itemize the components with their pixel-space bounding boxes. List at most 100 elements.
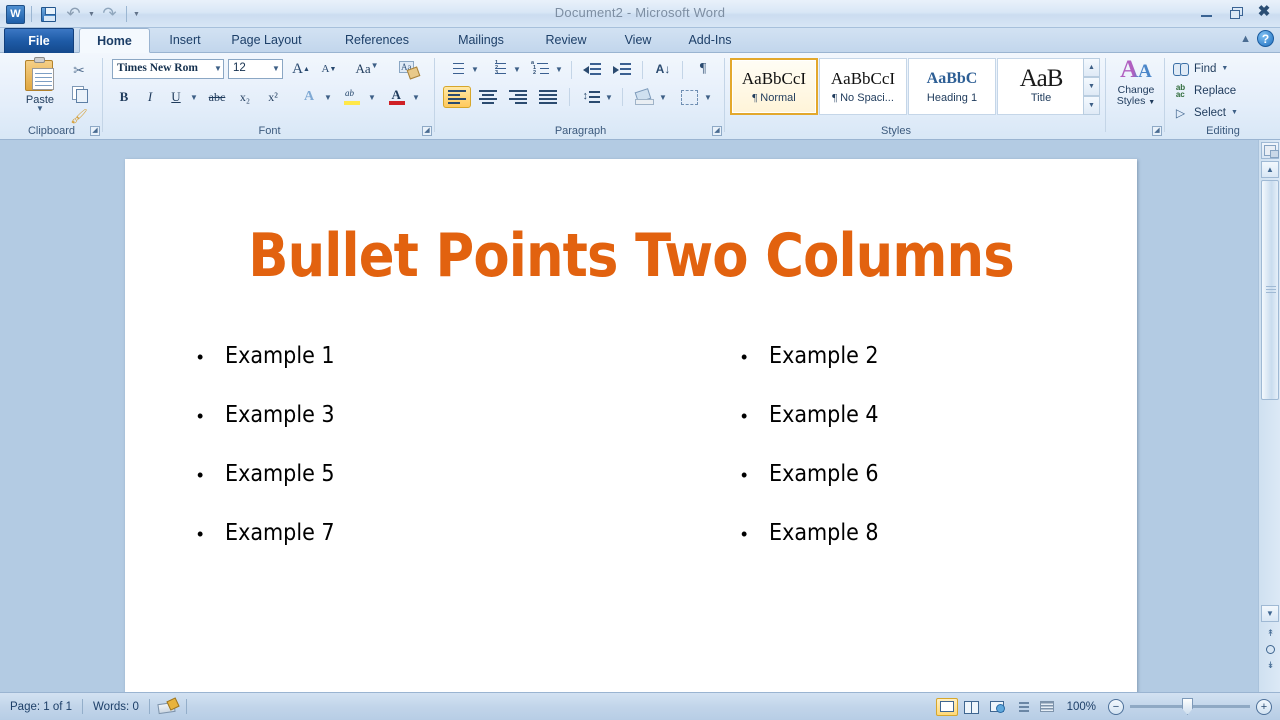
align-center-button[interactable] bbox=[474, 86, 502, 108]
show-formatting-marks-button[interactable]: ¶ bbox=[690, 59, 716, 79]
zoom-level-label[interactable]: 100% bbox=[1061, 701, 1108, 713]
scroll-up-button[interactable]: ▲ bbox=[1261, 161, 1279, 178]
format-painter-button[interactable]: 🖌 bbox=[66, 105, 92, 127]
multilevel-list-button[interactable]: a 1 2 bbox=[528, 59, 552, 79]
numbering-button[interactable]: 1 2 3 bbox=[486, 59, 510, 79]
tab-insert[interactable]: Insert bbox=[155, 28, 215, 53]
grow-font-button[interactable]: A ▲ bbox=[288, 59, 314, 79]
font-color-button[interactable] bbox=[384, 86, 410, 108]
select-browse-object-button[interactable] bbox=[1264, 643, 1277, 656]
vertical-scrollbar[interactable]: ▲ ▼ ↟ ↡ bbox=[1258, 140, 1280, 692]
styles-dialog-launcher[interactable]: ◢ bbox=[1152, 126, 1162, 136]
strikethrough-button[interactable]: abc bbox=[204, 86, 230, 108]
line-spacing-button[interactable]: ↕ bbox=[578, 86, 604, 108]
superscript-button[interactable]: x² bbox=[260, 86, 286, 108]
shading-button[interactable] bbox=[631, 86, 657, 108]
zoom-in-button[interactable]: + bbox=[1256, 698, 1272, 715]
bullets-caret-icon[interactable]: ▼ bbox=[469, 59, 481, 79]
outline-icon bbox=[1015, 701, 1029, 712]
subscript-button[interactable]: x₂ bbox=[232, 86, 258, 108]
view-web-layout-button[interactable] bbox=[986, 698, 1008, 716]
italic-button[interactable]: I bbox=[138, 86, 162, 108]
style-sample: AaBbCcI bbox=[830, 69, 896, 88]
replace-button[interactable]: ab ac Replace bbox=[1172, 80, 1236, 101]
tab-page-layout[interactable]: Page Layout bbox=[219, 28, 314, 53]
tab-view[interactable]: View bbox=[610, 28, 666, 53]
highlight-caret-icon[interactable]: ▼ bbox=[366, 86, 378, 108]
font-name-input[interactable]: Times New Rom bbox=[112, 59, 224, 79]
shading-caret-icon[interactable]: ▼ bbox=[657, 86, 669, 108]
tab-add-ins[interactable]: Add-Ins bbox=[673, 28, 747, 53]
align-left-button[interactable] bbox=[443, 86, 471, 108]
view-print-layout-button[interactable] bbox=[935, 697, 958, 716]
change-case-button[interactable]: Aa ▼ bbox=[350, 59, 384, 79]
underline-button[interactable]: U bbox=[164, 86, 188, 108]
copy-button[interactable] bbox=[66, 82, 92, 104]
find-caret-icon[interactable]: ▼ bbox=[1221, 65, 1228, 72]
align-right-button[interactable] bbox=[504, 86, 532, 108]
select-button[interactable]: ▷ Select ▼ bbox=[1172, 102, 1238, 123]
select-caret-icon[interactable]: ▼ bbox=[1231, 109, 1238, 116]
multilevel-caret-icon[interactable]: ▼ bbox=[553, 59, 565, 79]
borders-button[interactable] bbox=[676, 86, 702, 108]
bullet-icon: • bbox=[197, 406, 204, 426]
find-button[interactable]: Find ▼ bbox=[1172, 58, 1228, 79]
scrollbar-thumb[interactable] bbox=[1261, 180, 1279, 400]
borders-caret-icon[interactable]: ▼ bbox=[702, 86, 714, 108]
zoom-out-button[interactable]: − bbox=[1108, 698, 1124, 715]
minimize-button[interactable] bbox=[1196, 4, 1216, 20]
text-highlight-color-button[interactable] bbox=[340, 86, 366, 108]
split-window-button[interactable] bbox=[1261, 142, 1279, 159]
style-normal[interactable]: AaBbCcI ¶ Normal bbox=[730, 58, 818, 115]
close-button[interactable]: ✖ bbox=[1254, 4, 1274, 20]
tab-mailings[interactable]: Mailings bbox=[441, 28, 521, 53]
decrease-indent-button[interactable] bbox=[579, 59, 605, 79]
collapse-ribbon-icon[interactable]: ▲ bbox=[1240, 33, 1251, 45]
browse-next-button[interactable]: ↡ bbox=[1264, 659, 1277, 672]
clipboard-dialog-launcher[interactable]: ◢ bbox=[90, 126, 100, 136]
justify-button[interactable] bbox=[534, 86, 562, 108]
view-full-screen-reading-button[interactable] bbox=[961, 698, 983, 716]
list-item-text: Example 5 bbox=[225, 461, 335, 487]
paste-dropdown-caret-icon[interactable]: ▼ bbox=[14, 105, 66, 113]
line-spacing-caret-icon[interactable]: ▼ bbox=[603, 86, 615, 108]
document-page[interactable]: Bullet Points Two Columns • Example 1 • … bbox=[125, 159, 1137, 704]
help-icon[interactable]: ? bbox=[1257, 30, 1274, 47]
scroll-down-button[interactable]: ▼ bbox=[1261, 605, 1279, 622]
clear-formatting-button[interactable] bbox=[394, 58, 424, 80]
zoom-slider[interactable] bbox=[1130, 698, 1250, 715]
styles-scroll-down-button[interactable]: ▼ bbox=[1083, 77, 1100, 96]
tab-review[interactable]: Review bbox=[531, 28, 601, 53]
tab-file[interactable]: File bbox=[4, 28, 74, 53]
paste-button[interactable]: Paste ▼ bbox=[14, 57, 66, 113]
text-effects-button[interactable]: A bbox=[296, 86, 322, 108]
styles-scroll-up-button[interactable]: ▲ bbox=[1083, 58, 1100, 77]
bold-button[interactable]: B bbox=[112, 86, 136, 108]
increase-indent-button[interactable] bbox=[609, 59, 635, 79]
underline-caret-icon[interactable]: ▼ bbox=[188, 86, 200, 108]
styles-more-button[interactable]: ▼ bbox=[1083, 96, 1100, 115]
change-styles-button[interactable]: AA Change Styles ▼ bbox=[1109, 57, 1163, 108]
tab-references[interactable]: References bbox=[332, 28, 422, 53]
text-effects-caret-icon[interactable]: ▼ bbox=[322, 86, 334, 108]
proofing-status-icon[interactable] bbox=[158, 699, 178, 714]
zoom-slider-thumb[interactable] bbox=[1182, 698, 1193, 715]
numbering-caret-icon[interactable]: ▼ bbox=[511, 59, 523, 79]
font-dialog-launcher[interactable]: ◢ bbox=[422, 126, 432, 136]
style-no-spacing[interactable]: AaBbCcI ¶ No Spaci... bbox=[819, 58, 907, 115]
style-title[interactable]: AaB Title bbox=[997, 58, 1085, 115]
sort-button[interactable]: A↓ bbox=[650, 59, 676, 79]
page-number-status[interactable]: Page: 1 of 1 bbox=[0, 698, 82, 716]
style-name: ¶ Normal bbox=[752, 92, 796, 104]
view-draft-button[interactable] bbox=[1036, 698, 1058, 716]
browse-previous-button[interactable]: ↟ bbox=[1264, 627, 1277, 640]
word-count-status[interactable]: Words: 0 bbox=[83, 698, 149, 716]
font-color-caret-icon[interactable]: ▼ bbox=[410, 86, 422, 108]
view-outline-button[interactable] bbox=[1011, 698, 1033, 716]
tab-home[interactable]: Home bbox=[79, 28, 150, 53]
bullets-button[interactable] bbox=[444, 59, 468, 79]
restore-button[interactable] bbox=[1225, 4, 1245, 20]
cut-button[interactable]: ✂ bbox=[66, 59, 92, 81]
shrink-font-button[interactable]: A ▼ bbox=[316, 59, 342, 79]
style-heading-1[interactable]: AaBbC Heading 1 bbox=[908, 58, 996, 115]
